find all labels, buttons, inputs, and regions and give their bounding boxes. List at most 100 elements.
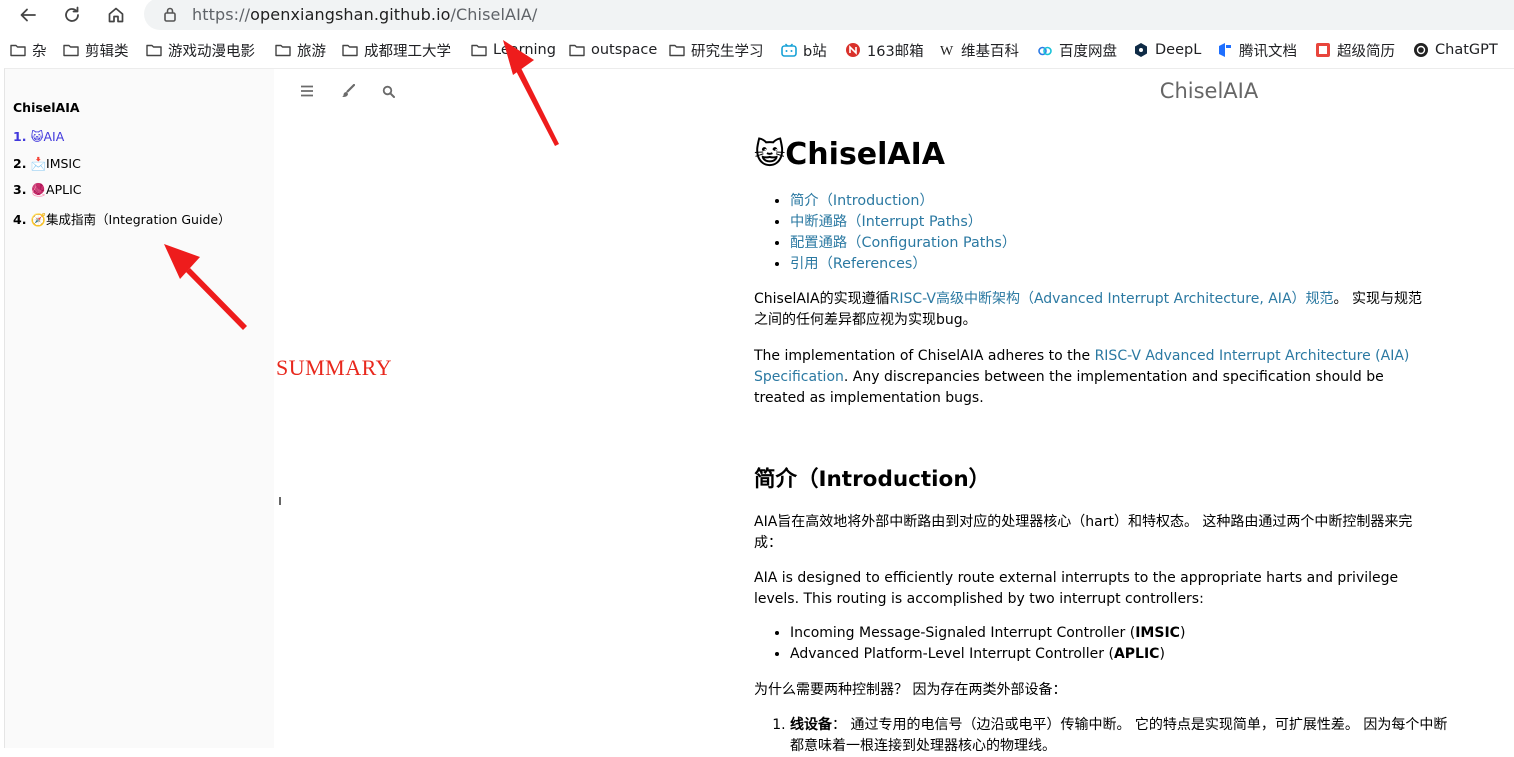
page-heading: 😺 ChiselAIA [754,135,945,175]
back-button[interactable] [15,2,41,28]
toc-link[interactable]: 配置通路（Configuration Paths） [790,235,1016,251]
summary-annotation: SUMMARY [276,355,392,380]
toc-link[interactable]: 中断通路（Interrupt Paths） [790,214,982,230]
url-host: openxiangshan.github.io [250,4,451,24]
hamburger-icon [301,85,313,97]
controller-name: Incoming Message-Signaled Interrupt Cont… [790,625,1136,641]
bookmark-item[interactable]: 百度网盘 [1037,36,1117,64]
bookmark-label: 研究生学习 [691,43,764,60]
controller-name: Advanced Platform-Level Interrupt Contro… [790,646,1114,662]
bookmark-label: 旅游 [297,43,326,60]
reload-icon [65,6,79,22]
deepl-icon [1133,42,1149,58]
chapter-number: 4. [13,212,27,227]
folder-icon [10,42,26,58]
toc-item: 中断通路（Interrupt Paths） [790,212,1016,233]
table-of-contents: 简介（Introduction） 中断通路（Interrupt Paths） 配置通… [769,191,1016,275]
bookmark-label: outspace [591,42,658,58]
sidebar-toggle-button[interactable] [299,83,315,99]
resume-icon [1315,42,1331,58]
sidebar-chapter[interactable]: 2. 📩IMSIC [13,156,81,172]
toc-item: 简介（Introduction） [790,191,1016,212]
folder-icon [275,42,291,58]
bookmark-item[interactable]: ChatGPT [1413,36,1498,64]
aia-spec-link-zh[interactable]: RISC-V高级中断架构（Advanced Interrupt Architec… [890,291,1334,307]
paintbrush-icon [342,84,355,98]
chapter-label: 😺AIA [30,129,65,144]
chapter-number: 1. [13,129,27,144]
device-type-list: 线设备： 通过专用的电信号（边沿或电平）传输中断。 它的特点是实现简单，可扩展性… [769,715,1450,757]
folder-icon [146,42,162,58]
search-icon [382,85,395,98]
chapter-label: 🧭集成指南（Integration Guide） [30,212,231,227]
browser-toolbar: https://openxiangshan.github.io/ChiselAI… [0,0,1514,30]
bookmark-label: 163邮箱 [867,43,924,60]
main-content: 😺ChiselAIA 简介（Introduction） 中断通路（Interrup… [754,69,1447,754]
wikipedia-icon: W [939,42,955,58]
bookmark-label: DeepL [1155,42,1202,58]
intro-en-text: The implementation of ChiselAIA adheres … [754,348,1095,364]
bookmark-item[interactable]: outspace [569,36,657,64]
sidebar-title[interactable]: ChiselAIA [13,100,80,115]
toc-item: 配置通路（Configuration Paths） [790,233,1016,254]
bookmark-label: Learning [493,42,556,58]
controller-close: ) [1179,625,1186,641]
sidebar: ChiselAIA 1. 😺AIA 2. 📩IMSIC 3. 🧶APLIC 4. 🧭集成指南（… [5,69,274,748]
toc-link[interactable]: 简介（Introduction） [790,193,934,209]
home-icon [108,7,124,23]
url-text[interactable]: https://openxiangshan.github.io/ChiselAI… [192,5,537,24]
intro-en-text-end: . Any discrepancies between the implemen… [754,369,1384,406]
svg-text:W: W [940,44,954,58]
bookmark-item[interactable]: 杂 [10,36,47,64]
folder-icon [63,42,79,58]
search-button[interactable] [380,83,396,99]
introduction-heading: 简介（Introduction） [754,467,991,492]
controller-close: ) [1159,646,1165,662]
controller-item: Incoming Message-Signaled Interrupt Cont… [790,623,1185,644]
bookmark-item[interactable]: 成都理工大学 [342,36,451,64]
bookmark-label: 腾讯文档 [1239,43,1297,60]
home-button[interactable] [103,2,129,28]
sidebar-chapter[interactable]: 4. 🧭集成指南（Integration Guide） [13,209,231,228]
bookmark-item[interactable]: 163邮箱 [845,36,924,64]
bookmark-item[interactable]: 剪辑类 [63,36,129,64]
chapter-number: 2. [13,156,27,171]
why-two-controllers: 为什么需要两种控制器？ 因为存在两类外部设备： [754,682,1067,698]
bookmark-label: 超级简历 [1337,43,1395,60]
bookmark-item[interactable]: 超级简历 [1315,36,1395,64]
url-path: /ChiselAIA/ [450,4,538,24]
bookmark-item[interactable]: 腾讯文档 [1217,36,1297,64]
chatgpt-icon [1413,42,1429,58]
bookmark-label: 成都理工大学 [364,43,451,60]
page-heading-text: ChiselAIA [785,137,946,172]
sidebar-chapter[interactable]: 1. 😺AIA [13,129,64,144]
folder-icon [569,42,585,58]
reload-button[interactable] [59,2,85,28]
bookmark-item[interactable]: 旅游 [275,36,326,64]
bookmark-label: ChatGPT [1435,42,1498,58]
intro-zh-text: ChiselAIA的实现遵循 [754,291,890,307]
page-viewport: ChiselAIA 1. 😺AIA 2. 📩IMSIC 3. 🧶APLIC 4. 🧭集成指南（… [4,68,1514,754]
sidebar-resize-handle[interactable] [279,497,281,505]
device-type-name: 线设备 [790,717,832,733]
address-bar[interactable]: https://openxiangshan.github.io/ChiselAI… [144,0,1514,30]
controller-item: Advanced Platform-Level Interrupt Contro… [790,644,1185,665]
toc-link[interactable]: 引用（References） [790,256,927,272]
bookmark-item[interactable]: b站 [781,36,827,64]
bookmark-item[interactable]: W 维基百科 [939,36,1019,64]
bookmark-item[interactable]: Learning [471,36,556,64]
bookmark-item[interactable]: DeepL [1133,36,1201,64]
bookmark-label: 剪辑类 [85,43,129,60]
sidebar-chapter[interactable]: 3. 🧶APLIC [13,182,82,198]
controller-abbr: IMSIC [1135,625,1180,641]
bookmarks-bar: 杂 剪辑类 游戏动漫电影 旅游 成都理工大学 Learning outspace 研究生学习 b… [0,36,1514,64]
bookmark-label: 游戏动漫电影 [168,43,255,60]
bookmark-item[interactable]: 研究生学习 [669,36,764,64]
device-type-item: 线设备： 通过专用的电信号（边沿或电平）传输中断。 它的特点是实现简单，可扩展性… [790,715,1450,757]
toc-item: 引用（References） [790,254,1016,275]
aia-desc-en: AIA is designed to efficiently route ext… [754,570,1399,607]
theme-button[interactable] [340,83,356,99]
netease-icon [845,42,861,58]
bookmark-label: 百度网盘 [1059,43,1117,60]
bookmark-item[interactable]: 游戏动漫电影 [146,36,255,64]
